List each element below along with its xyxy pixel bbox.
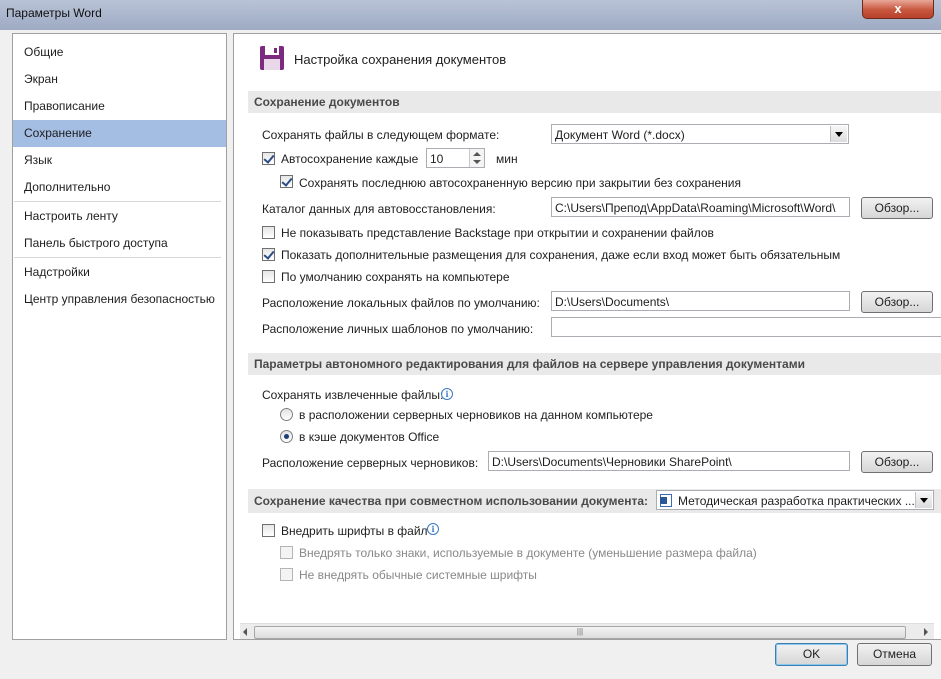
show-extra-places-label: Показать дополнительные размещения для с… [281, 248, 841, 262]
no-system-fonts-label: Не внедрять обычные системные шрифты [299, 568, 537, 582]
local-files-path-input[interactable]: D:\Users\Documents\ [551, 291, 850, 311]
embed-fonts-checkbox[interactable] [262, 524, 275, 537]
server-drafts-option-label: в расположении серверных черновиков на д… [299, 408, 653, 422]
document-select-value: Методическая разработка практических ... [678, 494, 915, 508]
nav-item-advanced[interactable]: Дополнительно [13, 174, 226, 201]
templates-path-input[interactable] [551, 317, 941, 337]
dialog-frame: Общие Экран Правописание Сохранение Язык… [0, 30, 941, 679]
category-nav: Общие Экран Правописание Сохранение Язык… [12, 33, 227, 640]
floppy-disk-icon [260, 46, 284, 70]
nav-item-label: Центр управления безопасностью [24, 292, 215, 306]
autosave-minutes-stepper[interactable]: 10 [426, 148, 485, 168]
no-backstage-checkbox[interactable] [262, 226, 275, 239]
nav-item-label: Общие [24, 45, 64, 59]
no-system-fonts-checkbox[interactable] [280, 568, 293, 581]
autosave-label: Автосохранение каждые [281, 152, 419, 166]
word-document-icon [660, 494, 672, 507]
window-title: Параметры Word [6, 6, 102, 20]
scroll-left-icon[interactable] [243, 628, 247, 636]
nav-item-addins[interactable]: Надстройки [13, 259, 226, 286]
sharing-quality-title: Сохранение качества при совместном испол… [254, 494, 649, 508]
nav-item-label: Панель быстрого доступа [24, 236, 168, 250]
browse-autorecover-button[interactable]: Обзор... [861, 197, 933, 219]
radio-office-cache[interactable] [280, 430, 293, 443]
browse-server-drafts-button[interactable]: Обзор... [861, 451, 933, 473]
nav-item-display[interactable]: Экран [13, 66, 226, 93]
chevron-down-icon [915, 492, 932, 508]
info-icon: i [427, 523, 439, 535]
document-select-dropdown[interactable]: Методическая разработка практических ... [656, 490, 934, 510]
keep-last-version-checkbox[interactable] [280, 175, 293, 188]
section-save-documents: Сохранение документов [248, 91, 941, 113]
nav-divider [14, 201, 221, 202]
horizontal-scrollbar[interactable]: ||| [240, 623, 934, 639]
save-to-computer-checkbox[interactable] [262, 270, 275, 283]
nav-divider [14, 257, 221, 258]
browse-local-files-button[interactable]: Обзор... [861, 291, 933, 313]
autorecover-path-input[interactable]: C:\Users\Препод\AppData\Roaming\Microsof… [551, 197, 850, 217]
nav-item-quick-access[interactable]: Панель быстрого доступа [13, 230, 226, 257]
radio-server-drafts[interactable] [280, 408, 293, 421]
nav-item-general[interactable]: Общие [13, 39, 226, 66]
close-button[interactable]: x [862, 0, 934, 19]
scroll-thumb[interactable]: ||| [254, 626, 906, 639]
no-backstage-label: Не показывать представление Backstage пр… [281, 226, 714, 240]
minutes-label: мин [496, 152, 518, 166]
embed-fonts-label: Внедрить шрифты в файл [281, 524, 428, 538]
local-files-path-value: D:\Users\Documents\ [555, 295, 670, 309]
spinner-buttons[interactable] [469, 149, 484, 167]
chevron-down-icon [830, 126, 847, 142]
office-cache-option-label: в кэше документов Office [299, 430, 440, 444]
server-drafts-path-input[interactable]: D:\Users\Documents\Черновики SharePoint\ [488, 451, 850, 471]
autosave-checkbox[interactable] [262, 152, 275, 165]
local-files-label: Расположение локальных файлов по умолчан… [262, 296, 540, 310]
nav-item-language[interactable]: Язык [13, 147, 226, 174]
nav-item-label: Надстройки [24, 265, 90, 279]
server-drafts-location-label: Расположение серверных черновиков: [262, 456, 479, 470]
nav-item-label: Язык [24, 153, 53, 167]
page-title: Настройка сохранения документов [294, 52, 507, 67]
arrow-up-icon [473, 152, 481, 156]
nav-item-label: Настроить ленту [24, 209, 118, 223]
nav-item-save[interactable]: Сохранение [13, 120, 226, 147]
server-drafts-path-value: D:\Users\Documents\Черновики SharePoint\ [492, 455, 732, 469]
nav-item-label: Дополнительно [24, 180, 111, 194]
keep-last-version-label: Сохранять последнюю автосохраненную верс… [299, 176, 741, 190]
nav-item-customize-ribbon[interactable]: Настроить ленту [13, 203, 226, 230]
nav-item-label: Правописание [24, 99, 105, 113]
scroll-right-icon[interactable] [924, 628, 928, 636]
info-icon: i [441, 388, 453, 400]
autorecover-path-value: C:\Users\Препод\AppData\Roaming\Microsof… [555, 201, 836, 215]
autosave-minutes-value: 10 [430, 152, 444, 166]
nav-item-proofing[interactable]: Правописание [13, 93, 226, 120]
nav-item-trust-center[interactable]: Центр управления безопасностью [13, 286, 226, 313]
title-bar: Параметры Word x [0, 0, 941, 30]
nav-item-label: Экран [24, 72, 58, 86]
settings-panel: Настройка сохранения документов Сохранен… [233, 33, 941, 640]
embed-used-chars-label: Внедрять только знаки, используемые в до… [299, 546, 757, 560]
save-format-dropdown[interactable]: Документ Word (*.docx) [551, 124, 849, 144]
section-offline-editing: Параметры автономного редактирования для… [248, 353, 941, 375]
nav-item-label: Сохранение [24, 126, 92, 140]
save-to-computer-label: По умолчанию сохранять на компьютере [281, 270, 510, 284]
save-checked-out-label: Сохранять извлеченные файлы: [262, 388, 444, 402]
close-icon: x [894, 1, 902, 16]
autorecover-label: Каталог данных для автовосстановления: [262, 202, 496, 216]
save-format-label: Сохранять файлы в следующем формате: [262, 128, 500, 142]
save-format-value: Документ Word (*.docx) [555, 128, 685, 142]
cancel-button[interactable]: Отмена [857, 643, 932, 666]
show-extra-places-checkbox[interactable] [262, 248, 275, 261]
ok-button[interactable]: OK [775, 643, 848, 666]
templates-label: Расположение личных шаблонов по умолчани… [262, 322, 534, 336]
arrow-down-icon [473, 160, 481, 164]
embed-used-chars-checkbox[interactable] [280, 546, 293, 559]
